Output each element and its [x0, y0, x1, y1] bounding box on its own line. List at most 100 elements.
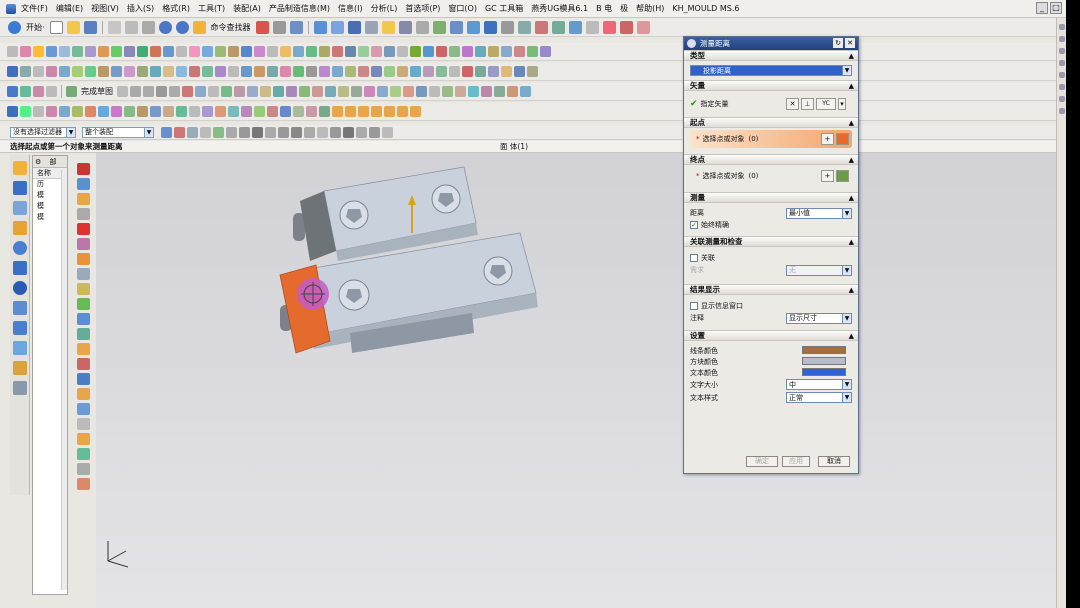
tool-icon[interactable] [176, 66, 187, 77]
tool-icon[interactable] [77, 343, 90, 355]
delete-icon[interactable] [255, 21, 269, 34]
tool-icon[interactable] [319, 106, 330, 117]
tool-icon[interactable] [98, 46, 109, 57]
tool-icon[interactable] [20, 46, 31, 57]
menu-tools[interactable]: 工具(T) [195, 1, 228, 17]
menu-format[interactable]: 格式(R) [159, 1, 193, 17]
tool-icon[interactable] [77, 478, 90, 490]
tool-icon[interactable] [176, 46, 187, 57]
wcs-icon[interactable] [483, 21, 497, 34]
tool-icon[interactable] [77, 163, 90, 175]
start-button[interactable]: 开始· [26, 22, 45, 33]
tool-icon[interactable] [1059, 48, 1065, 54]
menu-view[interactable]: 视图(V) [88, 1, 122, 17]
tool-icon[interactable] [351, 86, 362, 97]
tool-icon[interactable] [410, 66, 421, 77]
command-finder-icon[interactable] [192, 21, 206, 34]
tool-icon[interactable] [488, 66, 499, 77]
tool-icon[interactable] [293, 46, 304, 57]
mold-part-model[interactable] [279, 166, 538, 354]
tool-icon[interactable] [215, 66, 226, 77]
tool-icon[interactable] [260, 86, 271, 97]
tool-icon[interactable] [358, 46, 369, 57]
line-color-swatch[interactable] [802, 346, 846, 354]
tool-icon[interactable] [403, 86, 414, 97]
cancel-button[interactable]: 取消 [818, 456, 850, 467]
tool-icon[interactable] [481, 86, 492, 97]
tool-icon[interactable] [338, 86, 349, 97]
tool-icon[interactable] [442, 86, 453, 97]
tool-icon[interactable] [358, 106, 369, 117]
tool-icon[interactable] [306, 46, 317, 57]
finish-sketch-icon[interactable] [66, 86, 77, 97]
tool-icon[interactable] [150, 46, 161, 57]
selection-icon[interactable] [289, 21, 303, 34]
tool-icon[interactable] [306, 66, 317, 77]
tool-icon[interactable] [1059, 60, 1065, 66]
menu-file[interactable]: 文件(F) [18, 1, 51, 17]
system-materials-icon[interactable] [13, 301, 27, 315]
system-scenes-icon[interactable] [13, 381, 27, 395]
point-snap-button[interactable] [836, 133, 849, 145]
tool-icon[interactable] [234, 86, 245, 97]
tool-icon[interactable] [228, 66, 239, 77]
tool-icon[interactable] [241, 106, 252, 117]
command-finder-button[interactable]: 命令查找器 [211, 22, 251, 33]
layer-icon[interactable] [432, 21, 446, 34]
tool-icon[interactable] [449, 46, 460, 57]
repeat-command-icon[interactable] [272, 21, 286, 34]
pan-icon[interactable] [364, 21, 378, 34]
ok-button[interactable]: 确定 [746, 456, 778, 467]
part-navigator-icon[interactable] [13, 201, 27, 215]
tool-icon[interactable] [182, 86, 193, 97]
snap-icon[interactable] [252, 126, 263, 138]
tool-icon[interactable] [247, 86, 258, 97]
tool-icon[interactable] [280, 46, 291, 57]
tool-icon[interactable] [221, 86, 232, 97]
finish-sketch-button[interactable]: 完成草图 [81, 86, 113, 97]
tool-icon[interactable] [111, 66, 122, 77]
always-exact-checkbox[interactable]: ✓ [690, 221, 698, 229]
tool-icon[interactable] [202, 46, 213, 57]
redo-icon[interactable] [175, 21, 189, 34]
tool-icon[interactable] [241, 66, 252, 77]
end-point-selector[interactable]: * 选择点或对象 (0) + [690, 167, 852, 185]
start-icon[interactable] [8, 21, 21, 34]
snap-icon[interactable] [369, 126, 380, 138]
menu-yanxiu-mold[interactable]: 燕秀UG模具6.1 [528, 1, 591, 17]
tool-icon[interactable] [345, 106, 356, 117]
save-icon[interactable] [83, 21, 97, 34]
snap-icon[interactable] [291, 126, 302, 138]
menu-electrode[interactable]: B 电 [593, 1, 615, 17]
tool-icon[interactable] [1059, 36, 1065, 42]
gear-icon[interactable] [687, 39, 696, 48]
tool-icon[interactable] [1059, 84, 1065, 90]
snap-icon[interactable] [265, 126, 276, 138]
circle-icon[interactable] [143, 86, 154, 97]
tool-icon[interactable] [59, 66, 70, 77]
tool-icon[interactable] [384, 46, 395, 57]
distance-dropdown[interactable]: 最小值 ▼ [786, 207, 852, 219]
menu-pmi[interactable]: 产品制造信息(M) [266, 1, 333, 17]
tool-icon[interactable] [501, 66, 512, 77]
type-dropdown[interactable]: 投影距离 ▼ [690, 65, 852, 76]
tool-icon[interactable] [124, 46, 135, 57]
section-end-header[interactable]: 终点 ▲ [684, 154, 858, 165]
snap-icon[interactable] [200, 126, 211, 138]
tool-icon[interactable] [551, 21, 565, 34]
tool-icon[interactable] [77, 313, 90, 325]
start-point-selector[interactable]: * 选择点或对象 (0) + [690, 130, 852, 148]
tool-icon[interactable] [77, 418, 90, 430]
reverse-direction-button[interactable]: ✕ [786, 98, 799, 110]
tool-icon[interactable] [468, 86, 479, 97]
tool-icon[interactable] [527, 46, 538, 57]
text-size-dropdown[interactable]: 中 ▼ [786, 379, 852, 390]
snap-icon[interactable] [382, 126, 393, 138]
tool-icon[interactable] [410, 46, 421, 57]
tool-icon[interactable] [514, 46, 525, 57]
tool-icon[interactable] [202, 106, 213, 117]
apply-button[interactable]: 应用 [782, 456, 810, 467]
section-measure-header[interactable]: 测量 ▲ [684, 192, 858, 203]
point-dialog-button[interactable]: + [821, 170, 834, 182]
tool-icon[interactable] [488, 46, 499, 57]
